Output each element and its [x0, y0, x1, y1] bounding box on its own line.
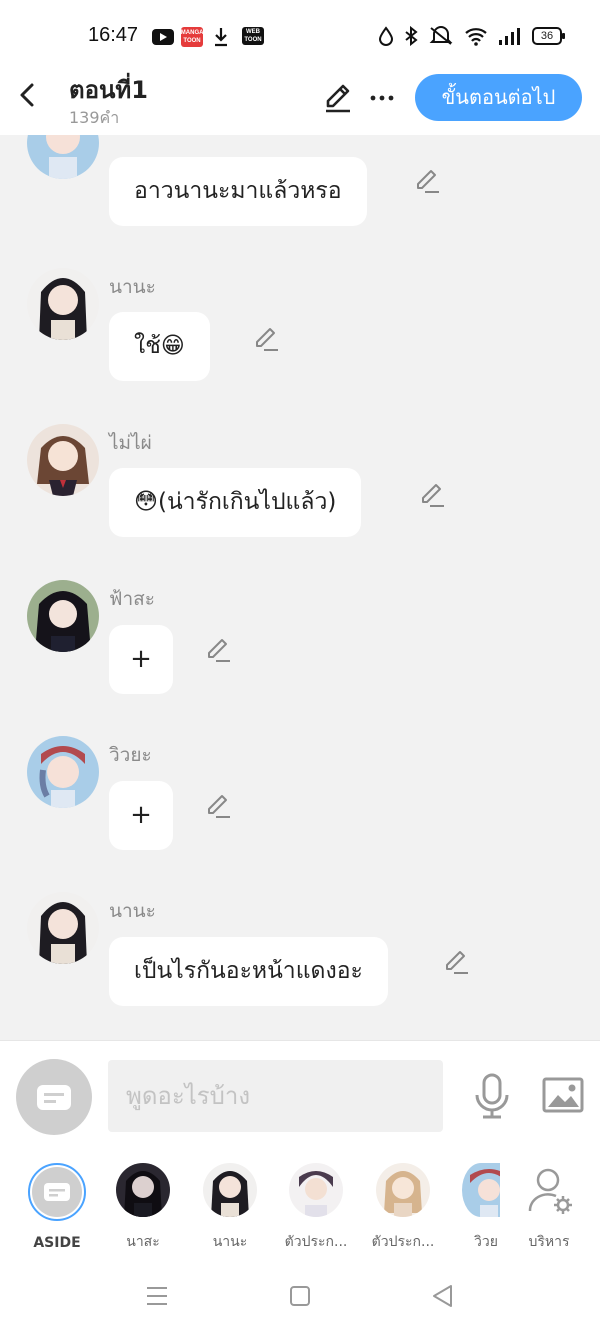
character-avatar — [376, 1163, 430, 1217]
triangle-back-icon — [433, 1285, 452, 1307]
message-input[interactable] — [108, 1060, 443, 1132]
message-bubble[interactable]: อาวนานะมาแล้วหรอ — [109, 157, 367, 226]
square-icon — [290, 1286, 310, 1306]
download-icon — [213, 27, 229, 47]
signal-icon — [499, 28, 520, 45]
more-options-button[interactable] — [368, 84, 396, 112]
character-name: ตัวประก... — [284, 1234, 348, 1250]
chat-area[interactable]: อาวนานะมาแล้วหรอ นานะ ใช้😁 ไม่ไผ่ 😳(น่าร… — [0, 135, 600, 1040]
edit-message-button[interactable] — [418, 481, 446, 509]
edit-message-button[interactable] — [442, 948, 470, 976]
manage-characters-button[interactable]: บริหาร — [509, 1163, 589, 1253]
character-supporting-2[interactable]: ตัวประก... — [363, 1163, 443, 1253]
mangatoon-icon: MANGA TOON — [181, 27, 203, 47]
pencil-icon — [208, 795, 230, 818]
character-name: ASIDE — [33, 1235, 81, 1251]
pencil-icon — [208, 639, 230, 662]
home-nav-button[interactable] — [287, 1283, 313, 1309]
chevron-left-icon — [20, 83, 34, 107]
avatar-fasa[interactable] — [27, 580, 99, 652]
pencil-icon — [417, 170, 439, 193]
status-time: 16:47 — [88, 24, 139, 46]
character-supporting-1[interactable]: ตัวประก... — [276, 1163, 356, 1253]
menu-icon — [147, 1287, 167, 1305]
wifi-icon — [465, 28, 487, 46]
status-bar: 16:47 MANGA TOON WEB TOON 36 — [0, 0, 600, 70]
character-aside[interactable]: ASIDE — [17, 1163, 97, 1251]
pencil-icon — [422, 484, 444, 507]
system-nav-bar — [0, 1259, 600, 1333]
add-content-button[interactable]: + — [109, 625, 173, 694]
insert-image-button[interactable] — [541, 1075, 585, 1115]
microphone-icon — [475, 1073, 509, 1119]
back-button[interactable] — [14, 80, 42, 110]
character-selector: ASIDE นาสะ นานะ ตัวประก... ตัวประก... วิ… — [0, 1151, 600, 1259]
menu-nav-button[interactable] — [144, 1283, 170, 1309]
character-name: นานะ — [212, 1234, 248, 1250]
message-bubble[interactable]: 😳(น่ารักเกินไปแล้ว) — [109, 468, 362, 537]
image-icon — [542, 1077, 584, 1113]
status-right-icons: 36 — [378, 26, 565, 46]
avatar-wiwya[interactable] — [27, 135, 99, 179]
battery-icon: 36 — [532, 27, 565, 45]
episode-title: ตอนที่1 — [69, 76, 148, 104]
edit-message-button[interactable] — [204, 792, 232, 820]
manage-icon-wrap — [522, 1163, 576, 1217]
edit-message-button[interactable] — [252, 325, 280, 353]
top-bar: ตอนที่1 139คำ ขั้นตอนต่อไป — [0, 70, 600, 135]
speaker-name: ไม่ไผ่ — [109, 432, 152, 454]
aside-chat-icon — [37, 1085, 71, 1110]
next-step-button[interactable]: ขั้นตอนต่อไป — [415, 74, 582, 121]
data-saver-icon — [378, 26, 394, 46]
mute-icon — [429, 26, 453, 45]
character-name: บริหาร — [528, 1234, 570, 1250]
edit-title-button[interactable] — [322, 82, 354, 114]
pencil-icon — [256, 328, 278, 351]
webtoon-icon: WEB TOON — [242, 27, 264, 45]
add-content-button[interactable]: + — [109, 781, 173, 850]
character-nasa[interactable]: นาสะ — [103, 1163, 183, 1253]
aside-avatar — [28, 1163, 86, 1221]
bluetooth-icon — [405, 26, 418, 46]
edit-message-button[interactable] — [204, 636, 232, 664]
pencil-icon — [326, 84, 350, 113]
character-wiwya[interactable]: วิวย — [446, 1163, 508, 1253]
avatar-maiphai[interactable] — [27, 424, 99, 496]
more-dots-icon — [370, 95, 394, 101]
speaker-name: นานะ — [109, 276, 156, 298]
edit-message-button[interactable] — [413, 167, 441, 195]
pencil-icon — [446, 951, 468, 974]
voice-input-button[interactable] — [473, 1071, 511, 1121]
speaker-name: ฟ้าสะ — [109, 588, 155, 610]
character-avatar — [116, 1163, 170, 1217]
message-bubble[interactable]: เป็นไรกันอะหน้าแดงอะ — [109, 937, 388, 1006]
composer-bar — [0, 1040, 600, 1152]
character-name: วิวย — [474, 1234, 498, 1250]
avatar-wiwya[interactable] — [27, 736, 99, 808]
back-nav-button[interactable] — [430, 1283, 456, 1309]
aside-toggle-button[interactable] — [16, 1059, 92, 1135]
character-avatar — [203, 1163, 257, 1217]
youtube-icon — [152, 29, 174, 45]
avatar-nana[interactable] — [27, 892, 99, 964]
speaker-name: วิวยะ — [109, 744, 152, 766]
character-name: ตัวประก... — [371, 1234, 435, 1250]
character-avatar — [462, 1163, 500, 1217]
user-settings-icon — [528, 1168, 572, 1214]
message-bubble[interactable]: ใช้😁 — [109, 312, 210, 381]
word-count: 139คำ — [69, 108, 120, 127]
character-avatar — [289, 1163, 343, 1217]
character-name: นาสะ — [126, 1234, 160, 1250]
speaker-name: นานะ — [109, 900, 156, 922]
avatar-nana[interactable] — [27, 268, 99, 340]
character-nana[interactable]: นานะ — [190, 1163, 270, 1253]
